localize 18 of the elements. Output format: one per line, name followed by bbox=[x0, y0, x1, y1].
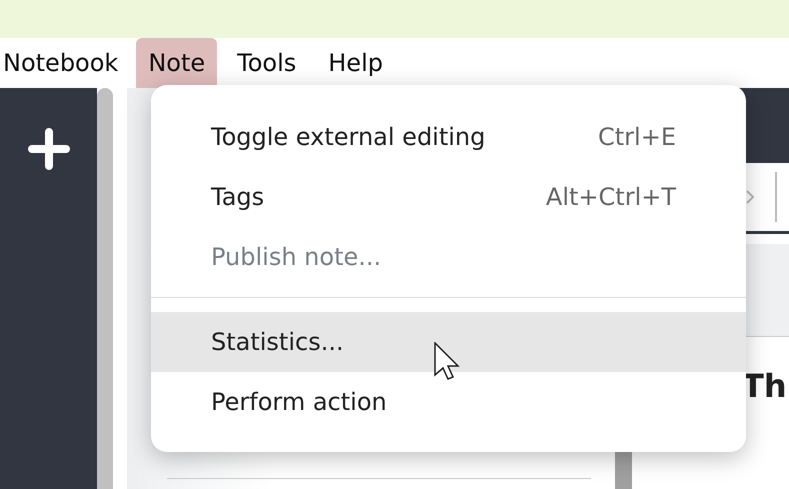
menu-item-label: Perform action bbox=[211, 388, 387, 416]
shortcut-text: Ctrl+E bbox=[598, 123, 676, 151]
menu-item-label: Statistics... bbox=[211, 328, 344, 356]
mouse-pointer-icon bbox=[434, 342, 460, 380]
menu-item[interactable]: Toggle external editing Ctrl+E bbox=[151, 107, 746, 167]
menu-title[interactable]: Tools bbox=[225, 38, 308, 88]
menu-item-label: Publish note... bbox=[211, 243, 382, 271]
plus-icon[interactable] bbox=[28, 128, 70, 170]
menu-item[interactable]: Statistics... bbox=[151, 312, 746, 372]
menu-item[interactable]: Tags Alt+Ctrl+T bbox=[151, 167, 746, 227]
menu-item-label: Tags bbox=[211, 183, 264, 211]
menu-item-label: Toggle external editing bbox=[211, 123, 486, 151]
scrollbar[interactable] bbox=[97, 88, 113, 489]
menu-title[interactable]: Help bbox=[316, 38, 395, 88]
shortcut-text: Alt+Ctrl+T bbox=[546, 183, 676, 211]
menu-title[interactable]: Notebook bbox=[0, 38, 128, 88]
chevron-right-icon[interactable] bbox=[745, 189, 755, 205]
menu-title[interactable]: Note bbox=[136, 38, 218, 88]
